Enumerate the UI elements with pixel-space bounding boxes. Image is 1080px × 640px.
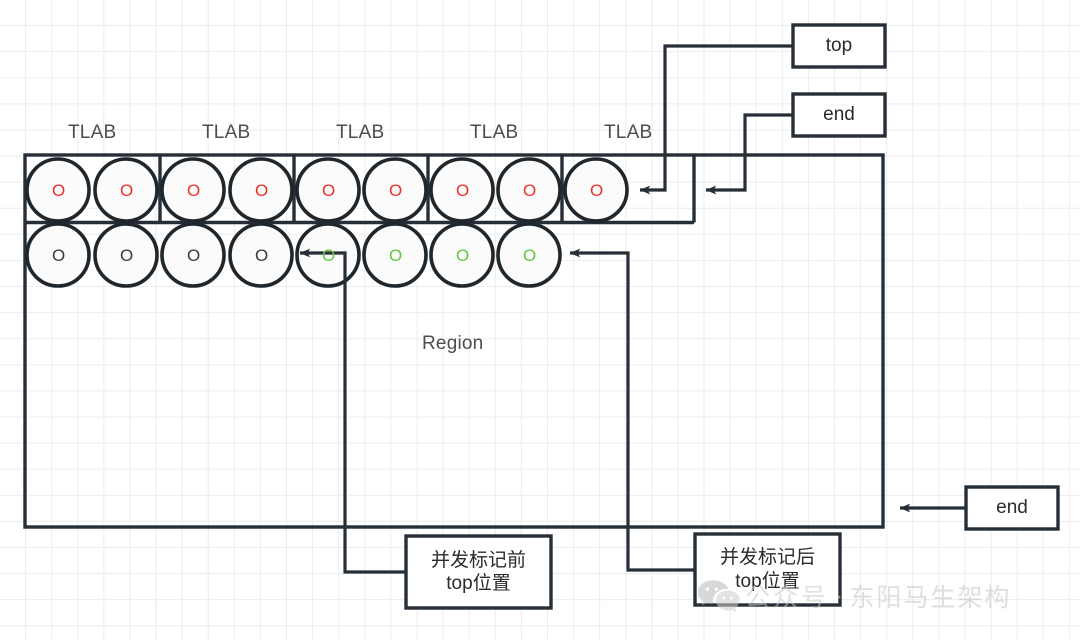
pre-mark-top-connector: [299, 248, 406, 574]
tlab-header-label-1: TLAB: [68, 122, 117, 143]
post-mark-top-callout-box[interactable]: [693, 532, 842, 607]
tlab-header-label-2: TLAB: [202, 122, 251, 143]
end-region-callout-box[interactable]: [964, 485, 1060, 531]
post-mark-top-connector: [569, 248, 695, 572]
object-glyph: O: [52, 181, 66, 200]
object-glyph: O: [120, 181, 134, 200]
end-callout-box[interactable]: [791, 92, 887, 138]
object-glyph: O: [456, 246, 470, 265]
top-connector: [639, 44, 793, 195]
object-glyph: O: [120, 246, 134, 265]
object-glyph: O: [255, 246, 269, 265]
object-glyph: O: [322, 246, 336, 265]
diagram-vector-layer: [23, 23, 1060, 610]
tlab-header-label-4: TLAB: [470, 122, 519, 143]
object-glyph: O: [523, 246, 537, 265]
object-glyph: O: [523, 181, 537, 200]
object-glyph: O: [187, 246, 201, 265]
object-glyph: O: [322, 181, 336, 200]
diagram-canvas: TLAB TLAB TLAB TLAB TLAB Region O O O O …: [0, 0, 1080, 640]
tlab-header-label-5: TLAB: [604, 122, 653, 143]
object-glyph: O: [389, 246, 403, 265]
object-glyph: O: [590, 181, 604, 200]
pre-mark-top-callout-box[interactable]: [404, 534, 553, 610]
end-connector: [705, 113, 793, 195]
tlab-header-label-3: TLAB: [336, 122, 385, 143]
object-glyph: O: [255, 181, 269, 200]
allocated-objects-row: [25, 222, 562, 288]
object-glyph: O: [52, 246, 66, 265]
top-callout-box[interactable]: [791, 23, 887, 69]
object-glyph: O: [187, 181, 201, 200]
region-label: Region: [422, 333, 484, 354]
object-glyph: O: [456, 181, 470, 200]
object-glyph: O: [389, 181, 403, 200]
